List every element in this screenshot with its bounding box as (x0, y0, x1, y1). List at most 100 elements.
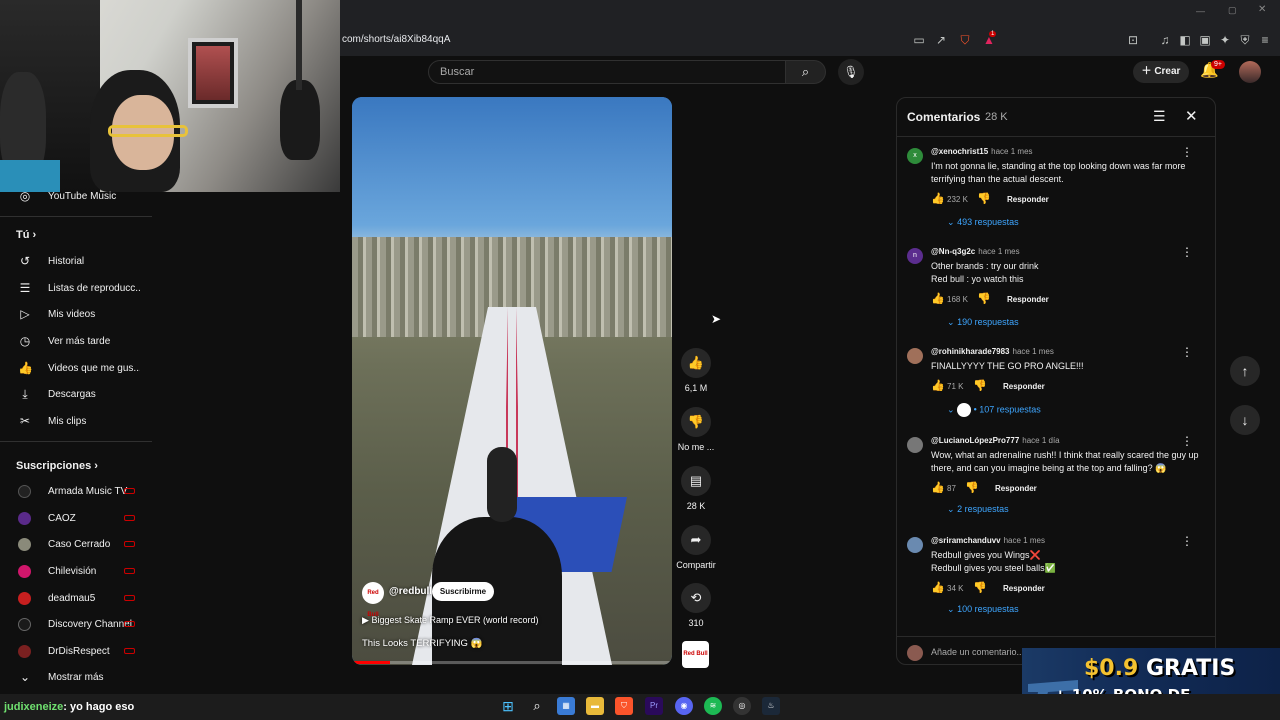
close-window-icon[interactable]: ✕ (1258, 4, 1266, 15)
comment-author[interactable]: @sriramchanduvv (931, 536, 1001, 545)
address-bar[interactable]: com/shorts/ai8Xib84qqA (342, 34, 450, 45)
thumbs-down-icon[interactable]: 👎 (973, 581, 987, 594)
maximize-icon[interactable]: ▢ (1228, 5, 1237, 16)
comment-author[interactable]: @xenochrist15 (931, 147, 988, 156)
sidebar-sub-discovery[interactable]: Discovery Channel (0, 612, 160, 638)
comment-time: hace 1 mes (978, 247, 1020, 256)
search-icon[interactable]: ⌕ (528, 697, 546, 715)
more-options-icon[interactable]: ⋮ (1181, 145, 1193, 159)
sidebar-icon[interactable]: ◧ (1178, 33, 1192, 47)
reply-button[interactable]: Responder (995, 484, 1037, 493)
thumbs-down-icon[interactable]: 👎 (973, 379, 987, 392)
next-short-button[interactable]: ↓ (1230, 405, 1260, 435)
sidebar-item-downloads[interactable]: ⤓ Descargas (0, 382, 160, 408)
more-options-icon[interactable]: ⋮ (1181, 245, 1193, 259)
sidebar-item-playlists[interactable]: ☰ Listas de reproducc... (0, 276, 160, 302)
premiere-icon[interactable]: Pr (645, 697, 663, 715)
comment-author[interactable]: @rohinikharade7983 (931, 347, 1010, 356)
sidebar-item-my-videos[interactable]: ▷ Mis videos (0, 302, 160, 328)
avatar[interactable]: x (907, 148, 923, 164)
sound-thumbnail[interactable]: Red Bull (682, 641, 709, 668)
gallery-icon[interactable]: ▦ (557, 697, 575, 715)
thumbs-up-icon[interactable]: 👍 (931, 192, 945, 205)
search-button[interactable]: ⌕ (786, 60, 826, 84)
thumbs-up-icon[interactable]: 👍 (931, 581, 945, 594)
spotify-icon[interactable]: ≋ (704, 697, 722, 715)
brave-shield-icon[interactable]: ⛉ (958, 33, 972, 47)
shorts-video-player[interactable]: Red Bull @redbull Suscribirme ▶ Biggest … (352, 97, 672, 665)
start-icon[interactable]: ⊞ (499, 697, 517, 715)
video-song-link[interactable]: ▶ Biggest Skate Ramp EVER (world record) (362, 615, 539, 626)
comments-button[interactable]: ▤ 28 K (672, 466, 720, 511)
thumbs-down-icon[interactable]: 👎 (965, 481, 979, 494)
more-options-icon[interactable]: ⋮ (1181, 534, 1193, 548)
more-options-icon[interactable]: ⋮ (1181, 345, 1193, 359)
sidebar-sub-drdisrespect[interactable]: DrDisRespect (0, 639, 160, 665)
sidebar-item-history[interactable]: ↺ Historial (0, 249, 160, 275)
voice-search-button[interactable]: 🎙 (838, 59, 864, 85)
avatar[interactable] (907, 348, 923, 364)
replies-toggle[interactable]: ⌄ 190 respuestas (947, 317, 1019, 328)
avatar[interactable] (907, 537, 923, 553)
sidebar-sub-armada[interactable]: Armada Music TV (0, 479, 160, 505)
brave-icon[interactable]: ⛉ (615, 697, 633, 715)
close-icon[interactable]: ✕ (1185, 107, 1198, 125)
sidebar-item-watch-later[interactable]: ◷ Ver más tarde (0, 329, 160, 355)
sidebar-you-heading[interactable]: Tú › (16, 229, 36, 241)
wallet-icon[interactable]: ▣ (1198, 33, 1212, 47)
sidebar-sub-chilevision[interactable]: Chilevisión (0, 559, 160, 585)
sidebar-sub-caso-cerrado[interactable]: Caso Cerrado (0, 532, 160, 558)
sidebar-item-clips[interactable]: ✂ Mis clips (0, 409, 160, 435)
remix-button[interactable]: ⟲ 310 (672, 583, 720, 628)
avatar[interactable] (907, 437, 923, 453)
channel-name[interactable]: @redbull (389, 586, 432, 597)
obs-icon[interactable]: ◎ (733, 697, 751, 715)
video-progress-bar[interactable] (352, 661, 672, 664)
comment-author[interactable]: @LucianoLópezPro777 (931, 436, 1019, 445)
share-button[interactable]: ➦ Compartir (672, 525, 720, 570)
replies-toggle[interactable]: ⌄ 2 respuestas (947, 504, 1009, 515)
sidebar-item-youtube-music[interactable]: ◎ YouTube Music (0, 184, 160, 210)
subscribe-button[interactable]: Suscribirme (432, 582, 494, 601)
sidebar-show-more[interactable]: ⌄ Mostrar más (0, 665, 160, 691)
minimize-icon[interactable]: — (1196, 6, 1205, 16)
reply-button[interactable]: Responder (1003, 382, 1045, 391)
thumbs-up-icon[interactable]: 👍 (931, 481, 945, 494)
thumbs-down-icon[interactable]: 👎 (977, 292, 991, 305)
menu-icon[interactable]: ≡ (1258, 33, 1272, 47)
channel-avatar[interactable]: Red Bull (362, 582, 384, 618)
replies-toggle[interactable]: ⌄ 493 respuestas (947, 217, 1019, 228)
discord-icon[interactable]: ◉ (675, 697, 693, 715)
dislike-button[interactable]: 👎 No me ... (672, 407, 720, 452)
previous-short-button[interactable]: ↑ (1230, 356, 1260, 386)
reply-button[interactable]: Responder (1003, 584, 1045, 593)
replies-toggle[interactable]: ⌄ • 107 respuestas (947, 403, 1041, 417)
steam-icon[interactable]: ♨ (762, 697, 780, 715)
sidebar-item-liked[interactable]: 👍 Videos que me gus... (0, 356, 160, 382)
sidebar-sub-caoz[interactable]: CAOZ (0, 506, 160, 532)
sort-icon[interactable]: ☰ (1153, 108, 1166, 125)
file-explorer-icon[interactable]: ▬ (586, 697, 604, 715)
reply-button[interactable]: Responder (1007, 195, 1049, 204)
like-button[interactable]: 👍 6,1 M (672, 348, 720, 393)
vpn-icon[interactable]: ⛨ (1238, 33, 1252, 47)
screenshot-icon[interactable]: ⊡ (1126, 33, 1140, 47)
sidebar-subscriptions-heading[interactable]: Suscripciones › (16, 460, 98, 472)
cast-icon[interactable]: ▭ (912, 33, 926, 47)
sidebar-sub-deadmau5[interactable]: deadmau5 (0, 586, 160, 612)
share-page-icon[interactable]: ↗ (934, 33, 948, 47)
comment-author[interactable]: @Nn-q3g2c (931, 247, 975, 256)
search-input[interactable]: Buscar (428, 60, 786, 84)
music-icon[interactable]: ♫ (1158, 33, 1172, 47)
replies-toggle[interactable]: ⌄ 100 respuestas (947, 604, 1019, 615)
thumbs-up-icon[interactable]: 👍 (931, 379, 945, 392)
avatar[interactable] (1239, 61, 1261, 83)
avatar[interactable]: n (907, 248, 923, 264)
thumbs-down-icon[interactable]: 👎 (977, 192, 991, 205)
create-button[interactable]: ＋ Crear (1133, 61, 1189, 83)
more-options-icon[interactable]: ⋮ (1181, 434, 1193, 448)
thumbs-up-icon[interactable]: 👍 (931, 292, 945, 305)
ai-icon[interactable]: ✦ (1218, 33, 1232, 47)
add-comment-input[interactable]: Añade un comentario... (931, 647, 1024, 657)
reply-button[interactable]: Responder (1007, 295, 1049, 304)
